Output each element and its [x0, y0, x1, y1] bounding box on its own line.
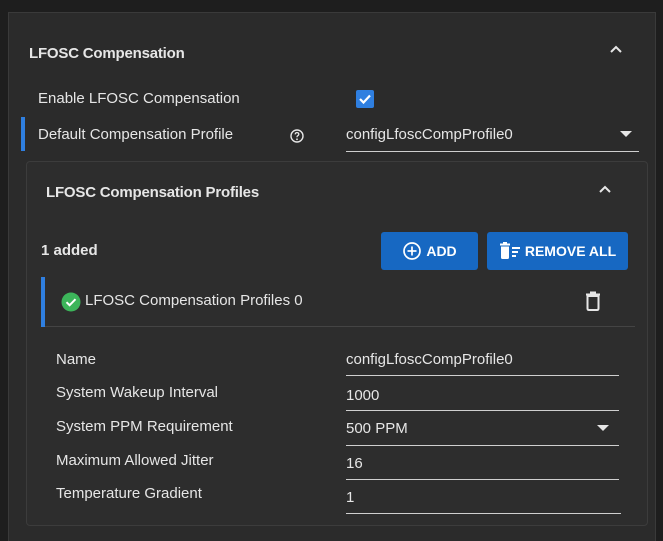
gradient-value: 1 — [346, 489, 355, 506]
default-profile-label: Default Compensation Profile — [38, 126, 234, 143]
profiles-count: 1 added — [41, 242, 98, 259]
section-title: LFOSC Compensation — [29, 45, 185, 62]
default-profile-select[interactable]: configLfoscCompProfile0 — [346, 123, 639, 152]
add-circle-icon — [403, 242, 422, 260]
ppm-select[interactable]: 500 PPM — [346, 417, 619, 446]
default-profile-indicator — [21, 117, 25, 151]
dropdown-caret-icon — [620, 131, 632, 137]
jitter-value: 16 — [346, 455, 363, 472]
add-button[interactable]: ADD — [381, 232, 478, 270]
dropdown-caret-icon — [597, 425, 609, 431]
name-value: configLfoscCompProfile0 — [346, 351, 513, 368]
trash-icon[interactable] — [585, 291, 601, 311]
name-label: Name — [56, 351, 97, 368]
profile-list-item[interactable]: LFOSC Compensation Profiles 0 — [41, 277, 635, 327]
ppm-value: 500 PPM — [346, 420, 408, 437]
jitter-label: Maximum Allowed Jitter — [56, 452, 214, 469]
jitter-input[interactable]: 16 — [346, 452, 619, 480]
profiles-collapse-chevron-up-icon[interactable] — [598, 184, 612, 194]
delete-sweep-icon — [499, 242, 520, 259]
name-input[interactable]: configLfoscCompProfile0 — [346, 348, 619, 376]
collapse-chevron-up-icon[interactable] — [609, 44, 623, 54]
lfosc-compensation-panel: LFOSC Compensation Enable LFOSC Compensa… — [8, 12, 656, 541]
profile-item-indicator — [41, 277, 45, 327]
wakeup-value: 1000 — [346, 387, 380, 404]
enable-label: Enable LFOSC Compensation — [38, 90, 240, 107]
remove-all-button-label: REMOVE ALL — [524, 243, 617, 259]
add-button-label: ADD — [426, 243, 457, 259]
wakeup-input[interactable]: 1000 — [346, 384, 619, 411]
profile-item-label: LFOSC Compensation Profiles 0 — [85, 292, 303, 309]
check-circle-icon — [61, 292, 81, 312]
help-icon[interactable] — [290, 129, 304, 143]
profiles-title: LFOSC Compensation Profiles — [46, 184, 259, 201]
wakeup-label: System Wakeup Interval — [56, 384, 219, 401]
gradient-label: Temperature Gradient — [56, 485, 202, 502]
ppm-label: System PPM Requirement — [56, 418, 233, 435]
gradient-input[interactable]: 1 — [346, 486, 621, 514]
profiles-panel: LFOSC Compensation Profiles 1 added ADD — [26, 161, 648, 526]
default-profile-value: configLfoscCompProfile0 — [346, 126, 513, 143]
remove-all-button[interactable]: REMOVE ALL — [487, 232, 628, 270]
enable-checkbox[interactable] — [356, 90, 374, 108]
